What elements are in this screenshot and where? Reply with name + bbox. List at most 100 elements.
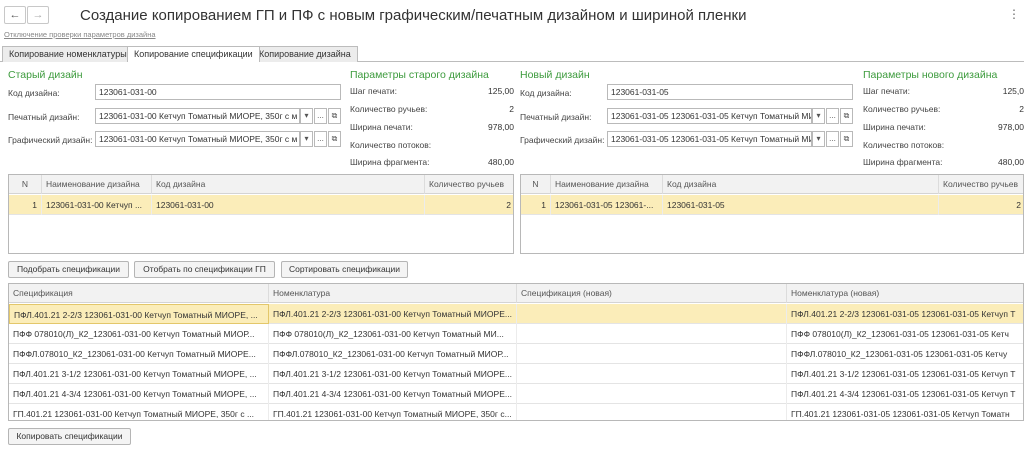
new-code-label: Код дизайна: — [520, 88, 572, 98]
new-streams-label: Количество ручьев: — [863, 104, 941, 114]
open-link-icon: ⧉ — [843, 111, 850, 120]
new-design-table[interactable]: N Наименование дизайна Код дизайна Колич… — [520, 174, 1024, 254]
cell-nomenclature: ПФЛ.401.21 3-1/2 123061-031-00 Кетчуп То… — [269, 364, 517, 384]
column-header-streams[interactable]: Количество ручьев — [425, 175, 513, 194]
cell-design-code: 123061-031-00 — [152, 195, 425, 215]
kebab-menu-icon[interactable]: ⋮ — [1008, 8, 1020, 22]
old-code-field[interactable]: 123061-031-00 — [95, 84, 341, 100]
cell-nomenclature: ГП.401.21 123061-031-00 Кетчуп Томатный … — [269, 404, 517, 420]
old-design-table[interactable]: N Наименование дизайна Код дизайна Колич… — [8, 174, 514, 254]
table-header: N Наименование дизайна Код дизайна Колич… — [521, 175, 1023, 194]
new-graphic-dropdown-button[interactable]: ▾ — [812, 131, 825, 147]
column-header-nomenclature[interactable]: Номенклатура — [269, 284, 517, 303]
table-row[interactable]: ПФЛ.401.21 4-3/4 123061-031-00 Кетчуп То… — [9, 384, 1023, 404]
table-row[interactable]: 1 123061-031-00 Кетчуп ... 123061-031-00… — [9, 195, 513, 215]
cell-specification-new — [517, 344, 787, 364]
pick-specifications-button[interactable]: Подобрать спецификации — [8, 261, 129, 278]
tab-design-copy[interactable]: Копирование дизайна — [252, 46, 358, 62]
forward-button[interactable]: → — [27, 6, 49, 24]
table-row[interactable]: ПФЛ.401.21 3-1/2 123061-031-00 Кетчуп То… — [9, 364, 1023, 384]
open-link-icon: ⧉ — [843, 134, 850, 143]
new-graphic-open-button[interactable]: ⧉ — [840, 131, 853, 147]
new-streams-value: 2 — [1019, 104, 1024, 114]
old-print-open-button[interactable]: ⧉ — [328, 108, 341, 124]
old-graphic-dropdown-button[interactable]: ▾ — [300, 131, 313, 147]
old-graphic-label: Графический дизайн: — [8, 135, 93, 145]
column-header-design-code[interactable]: Код дизайна — [152, 175, 425, 194]
new-flows-label: Количество потоков: — [863, 140, 945, 150]
column-header-n[interactable]: N — [9, 175, 42, 194]
cell-streams: 2 — [506, 200, 511, 210]
specifications-table[interactable]: Спецификация Номенклатура Спецификация (… — [8, 283, 1024, 421]
cell-nomenclature-new: ПФЛ.401.21 4-3/4 123061-031-05 123061-03… — [791, 389, 1016, 399]
cell-nomenclature-new: ГП.401.21 123061-031-05 123061-031-05 Ке… — [791, 409, 1010, 419]
new-params-title: Параметры нового дизайна — [863, 69, 998, 81]
sort-specifications-button[interactable]: Сортировать спецификации — [281, 261, 408, 278]
cell-specification-new — [517, 364, 787, 384]
old-width-label: Ширина печати: — [350, 122, 413, 132]
new-graphic-field[interactable]: 123061-031-05 123061-031-05 Кетчуп Томат… — [607, 131, 812, 147]
cell-specification-new — [517, 384, 787, 404]
old-design-title: Старый дизайн — [8, 69, 83, 81]
back-button[interactable]: ← — [4, 6, 26, 24]
column-header-design-name[interactable]: Наименование дизайна — [42, 175, 152, 194]
new-print-dropdown-button[interactable]: ▾ — [812, 108, 825, 124]
table-row[interactable]: ПФФЛ.078010_К2_123061-031-00 Кетчуп Тома… — [9, 344, 1023, 364]
cell-specification: ПФФЛ.078010_К2_123061-031-00 Кетчуп Тома… — [9, 344, 269, 364]
filter-by-gp-spec-button[interactable]: Отобрать по спецификации ГП — [134, 261, 275, 278]
arrow-right-icon: → — [32, 9, 44, 21]
column-header-specification[interactable]: Спецификация — [9, 284, 269, 303]
old-fragment-value: 480,00 — [488, 157, 514, 167]
cell-specification-new — [517, 324, 787, 344]
column-header-streams[interactable]: Количество ручьев — [939, 175, 1023, 194]
old-width-value: 978,00 — [488, 122, 514, 132]
cell-specification: ПФЛ.401.21 3-1/2 123061-031-00 Кетчуп То… — [9, 364, 269, 384]
ellipsis-icon: ... — [829, 134, 836, 143]
old-streams-value: 2 — [509, 104, 514, 114]
old-graphic-field[interactable]: 123061-031-00 Кетчуп Томатный МИОРЕ, 350… — [95, 131, 300, 147]
old-graphic-select-button[interactable]: ... — [314, 131, 327, 147]
new-code-field[interactable]: 123061-031-05 — [607, 84, 853, 100]
new-print-open-button[interactable]: ⧉ — [840, 108, 853, 124]
ellipsis-icon: ... — [317, 134, 324, 143]
tab-nomenclature-copy[interactable]: Копирование номенклатуры — [2, 46, 134, 62]
cell-nomenclature-new: ПФЛ.401.21 2-2/3 123061-031-05 123061-03… — [791, 309, 1016, 319]
new-print-select-button[interactable]: ... — [826, 108, 839, 124]
column-header-design-name[interactable]: Наименование дизайна — [551, 175, 663, 194]
new-graphic-select-button[interactable]: ... — [826, 131, 839, 147]
old-print-dropdown-button[interactable]: ▾ — [300, 108, 313, 124]
new-step-value: 125,0 — [1002, 86, 1024, 96]
tab-specification-copy[interactable]: Копирование спецификации — [127, 46, 260, 62]
old-params-title: Параметры старого дизайна — [350, 69, 489, 81]
new-print-field[interactable]: 123061-031-05 123061-031-05 Кетчуп Томат… — [607, 108, 812, 124]
cell-nomenclature-new: ПФФ 078010(Л)_К2_123061-031-05 123061-03… — [791, 329, 1009, 339]
column-header-nomenclature-new[interactable]: Номенклатура (новая) — [787, 284, 1023, 303]
table-row[interactable]: ПФЛ.401.21 2-2/3 123061-031-00 Кетчуп То… — [9, 304, 1023, 324]
table-row[interactable]: 1 123061-031-05 123061-... 123061-031-05… — [521, 195, 1023, 215]
table-row[interactable]: ГП.401.21 123061-031-00 Кетчуп Томатный … — [9, 404, 1023, 420]
copy-specifications-button[interactable]: Копировать спецификации — [8, 428, 131, 445]
cell-nomenclature-new: ПФФЛ.078010_К2_123061-031-05 123061-031-… — [791, 349, 1008, 359]
ellipsis-icon: ... — [317, 111, 324, 120]
table-row[interactable]: ПФФ 078010(Л)_К2_123061-031-00 Кетчуп То… — [9, 324, 1023, 344]
cell-nomenclature: ПФЛ.401.21 2-2/3 123061-031-00 Кетчуп То… — [269, 304, 517, 324]
disable-design-check-link[interactable]: Отключение проверки параметров дизайна — [4, 30, 156, 39]
old-flows-label: Количество потоков: — [350, 140, 432, 150]
cell-design-code: 123061-031-05 — [663, 195, 939, 215]
cell-nomenclature: ПФФЛ.078010_К2_123061-031-00 Кетчуп Тома… — [269, 344, 517, 364]
chevron-down-icon: ▾ — [304, 134, 309, 143]
column-header-n[interactable]: N — [521, 175, 551, 194]
cell-n: 1 — [9, 195, 42, 215]
old-code-label: Код дизайна: — [8, 88, 60, 98]
open-link-icon: ⧉ — [331, 134, 338, 143]
cell-specification: ПФЛ.401.21 2-2/3 123061-031-00 Кетчуп То… — [9, 304, 269, 324]
old-fragment-label: Ширина фрагмента: — [350, 157, 430, 167]
new-step-label: Шаг печати: — [863, 86, 910, 96]
column-header-design-code[interactable]: Код дизайна — [663, 175, 939, 194]
column-header-specification-new[interactable]: Спецификация (новая) — [517, 284, 787, 303]
old-graphic-open-button[interactable]: ⧉ — [328, 131, 341, 147]
new-fragment-value: 480,00 — [998, 157, 1024, 167]
old-print-field[interactable]: 123061-031-00 Кетчуп Томатный МИОРЕ, 350… — [95, 108, 300, 124]
new-graphic-label: Графический дизайн: — [520, 135, 605, 145]
old-print-select-button[interactable]: ... — [314, 108, 327, 124]
